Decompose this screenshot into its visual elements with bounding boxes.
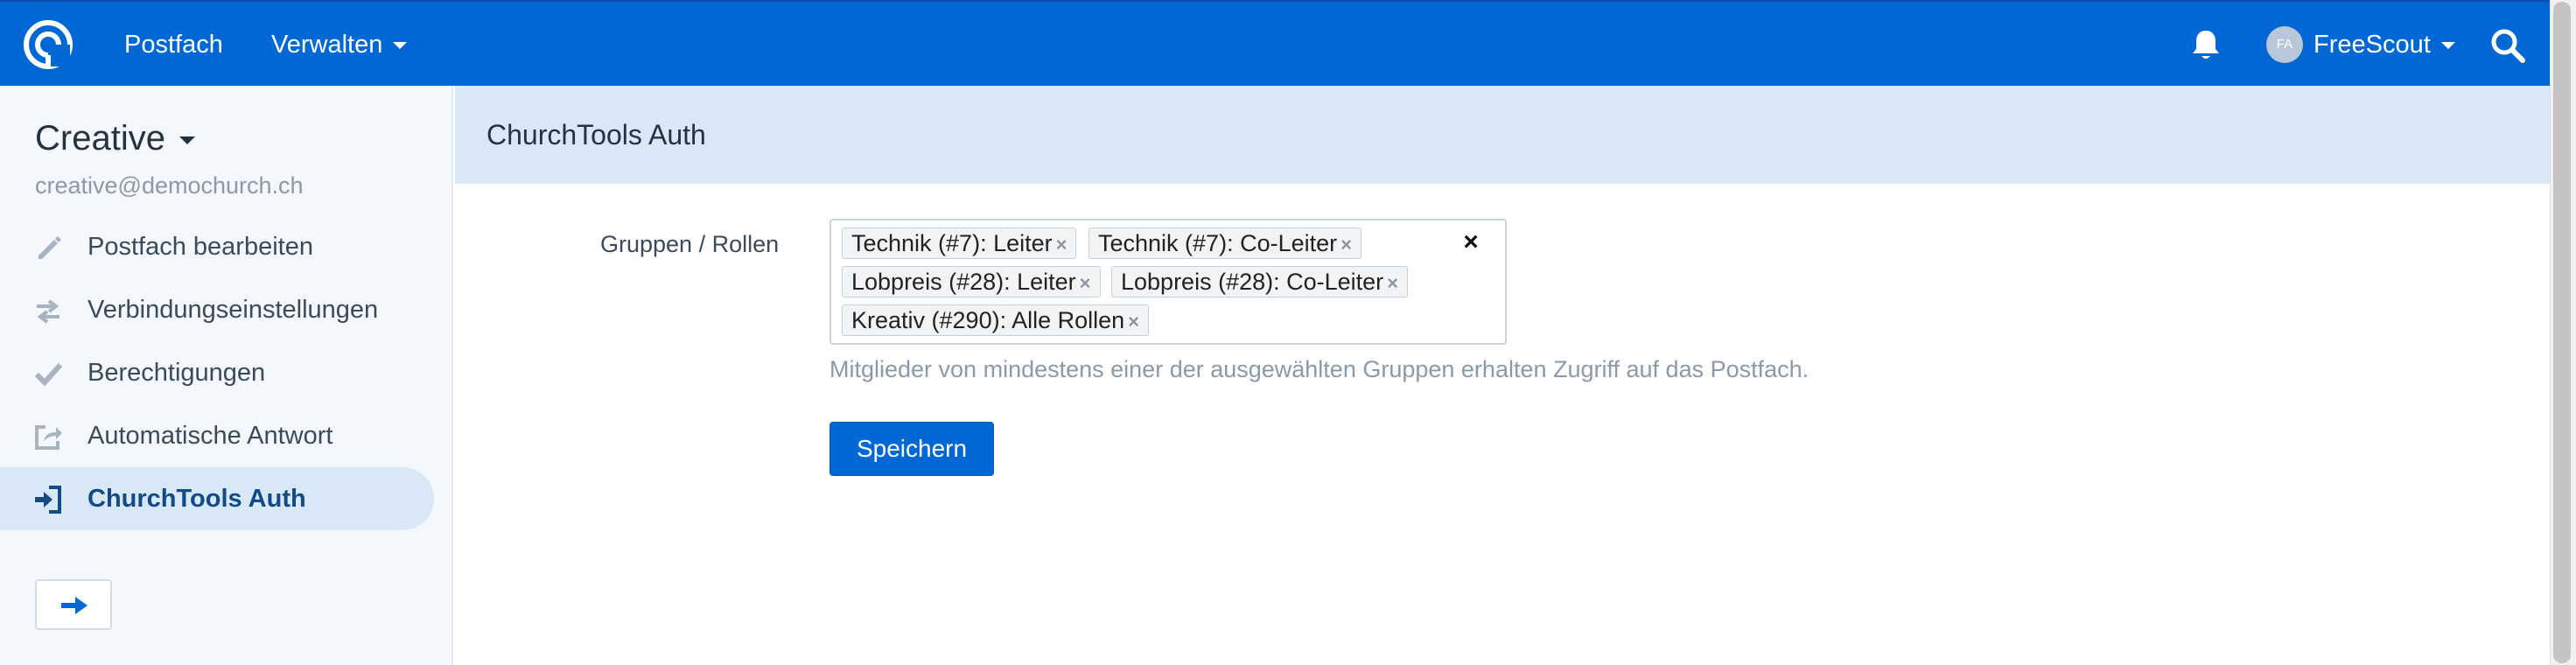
sidebar-item-label: Berechtigungen bbox=[88, 359, 266, 387]
nav-postfach[interactable]: Postfach bbox=[124, 28, 223, 61]
arrow-right-icon bbox=[61, 597, 88, 614]
sidebar-item-label: Automatische Antwort bbox=[88, 422, 333, 450]
sidebar: Creative creative@demochurch.ch Postfach… bbox=[0, 86, 453, 665]
mailbox-switcher[interactable]: Creative bbox=[35, 117, 195, 159]
tag-label: Technik (#7): Leiter bbox=[851, 230, 1053, 256]
sidebar-item-postfach-bearbeiten[interactable]: Postfach bearbeiten bbox=[0, 215, 434, 278]
pencil-icon bbox=[38, 236, 61, 259]
save-button[interactable]: Speichern bbox=[830, 422, 994, 476]
tag-item: Technik (#7): Co-Leiter × bbox=[1088, 228, 1362, 259]
tag-remove-icon[interactable]: × bbox=[1387, 272, 1398, 294]
section-header: ChurchTools Auth bbox=[455, 86, 2550, 184]
freescout-logo-icon[interactable] bbox=[23, 19, 74, 70]
tag-label: Lobpreis (#28): Leiter bbox=[851, 269, 1076, 295]
sidebar-item-label: ChurchTools Auth bbox=[88, 485, 306, 513]
sidebar-item-label: Postfach bearbeiten bbox=[88, 233, 313, 261]
caret-down-icon bbox=[178, 136, 195, 144]
mailbox-email: creative@demochurch.ch bbox=[35, 172, 304, 199]
mailbox-name: Creative bbox=[35, 119, 165, 158]
login-icon bbox=[35, 486, 61, 514]
avatar[interactable]: FA bbox=[2266, 26, 2303, 63]
transfer-arrows-icon bbox=[37, 299, 60, 324]
user-menu[interactable]: FreeScout bbox=[2314, 28, 2455, 61]
nav-verwalten[interactable]: Verwalten bbox=[271, 28, 408, 61]
user-name: FreeScout bbox=[2314, 31, 2431, 59]
clear-all-icon[interactable]: × bbox=[1458, 229, 1484, 256]
page-title: ChurchTools Auth bbox=[486, 119, 706, 150]
bell-icon[interactable] bbox=[2191, 28, 2221, 61]
sidebar-item-verbindungseinstellungen[interactable]: Verbindungseinstellungen bbox=[0, 278, 434, 341]
help-text: Mitglieder von mindestens einer der ausg… bbox=[830, 356, 1810, 382]
groups-roles-label: Gruppen / Rollen bbox=[600, 231, 780, 257]
caret-down-icon bbox=[2440, 42, 2455, 50]
tag-item: Lobpreis (#28): Leiter × bbox=[842, 266, 1101, 298]
caret-down-icon bbox=[393, 42, 408, 50]
scrollbar-thumb[interactable] bbox=[2553, 2, 2571, 663]
tag-item: Kreativ (#290): Alle Rollen × bbox=[842, 304, 1150, 336]
share-icon bbox=[35, 425, 62, 450]
sidebar-item-churchtools-auth[interactable]: ChurchTools Auth bbox=[0, 467, 434, 530]
checkmark-icon bbox=[34, 362, 63, 387]
tag-remove-icon[interactable]: × bbox=[1128, 311, 1139, 332]
tag-label: Kreativ (#290): Alle Rollen bbox=[851, 307, 1125, 333]
sidebar-item-automatische-antwort[interactable]: Automatische Antwort bbox=[0, 404, 434, 467]
tag-remove-icon[interactable]: × bbox=[1080, 272, 1091, 294]
tag-item: Technik (#7): Leiter × bbox=[842, 228, 1077, 259]
tag-label: Technik (#7): Co-Leiter bbox=[1098, 230, 1338, 256]
search-icon[interactable] bbox=[2490, 28, 2525, 63]
top-navbar: Postfach Verwalten FA FreeScout bbox=[0, 0, 2550, 86]
tag-label: Lobpreis (#28): Co-Leiter bbox=[1121, 269, 1384, 295]
tag-remove-icon[interactable]: × bbox=[1340, 234, 1352, 256]
tag-item: Lobpreis (#28): Co-Leiter × bbox=[1111, 266, 1409, 298]
nav-verwalten-label: Verwalten bbox=[271, 31, 383, 59]
groups-roles-select[interactable]: Technik (#7): Leiter × Technik (#7): Co-L… bbox=[830, 219, 1507, 345]
sidebar-item-berechtigungen[interactable]: Berechtigungen bbox=[0, 341, 434, 404]
tag-remove-icon[interactable]: × bbox=[1056, 234, 1068, 256]
sidebar-collapse-button[interactable] bbox=[35, 579, 112, 630]
sidebar-item-label: Verbindungseinstellungen bbox=[88, 296, 379, 324]
